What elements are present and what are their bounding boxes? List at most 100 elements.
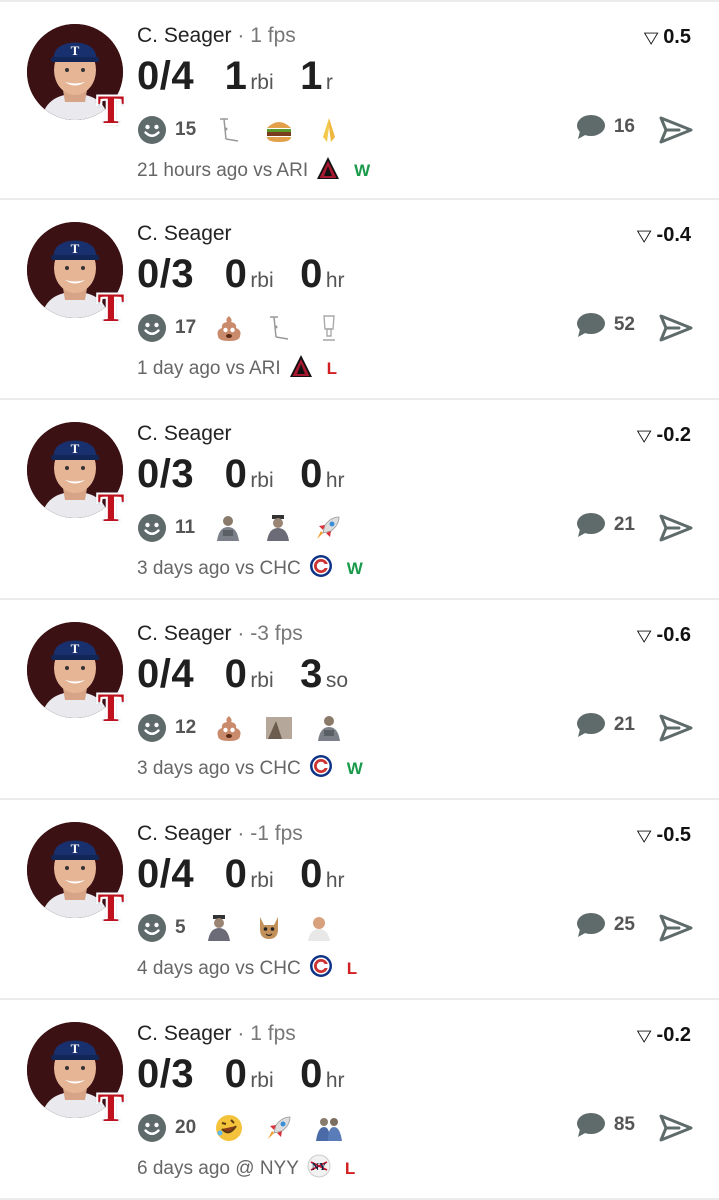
player-name[interactable]: C. Seager <box>137 822 232 845</box>
chc-logo-icon <box>309 755 332 777</box>
share-send-icon[interactable] <box>659 713 693 743</box>
player-name[interactable]: C. Seager <box>137 24 232 47</box>
cat-emoji-icon[interactable] <box>254 913 284 943</box>
reaction-emojis <box>204 913 354 943</box>
rating-arrow-icon: ▽ <box>636 628 652 645</box>
smile-reaction-icon[interactable] <box>137 513 167 543</box>
opponent-label: vs CHC <box>235 958 301 979</box>
game-meta: 1 day ago vs ARI L <box>137 354 337 384</box>
smile-reaction-icon[interactable] <box>137 713 167 743</box>
person-c-emoji-icon[interactable] <box>264 713 294 743</box>
player-name[interactable]: C. Seager <box>137 1022 232 1045</box>
player-name[interactable]: C. Seager <box>137 622 232 645</box>
reactions-bar: 20 <box>137 1108 364 1148</box>
opponent-label: vs ARI <box>225 358 281 379</box>
game-card[interactable]: T T C. Seager · -1 fps 0/4 0 rbi 0 hr ▽ -0.… <box>0 800 719 1000</box>
reaction-count: 12 <box>175 717 197 738</box>
smile-reaction-icon[interactable] <box>137 115 167 145</box>
opponent-label: vs ARI <box>253 160 309 181</box>
comments-button[interactable]: 52 <box>576 312 635 338</box>
player-name-line[interactable]: C. Seager <box>137 422 232 446</box>
rating-score[interactable]: ▽ -0.6 <box>636 624 691 647</box>
stat2-unit: rbi <box>250 269 274 292</box>
game-result: L <box>326 359 338 378</box>
share-send-icon[interactable] <box>659 1113 693 1143</box>
player-name-line[interactable]: C. Seager · 1 fps <box>137 1022 296 1046</box>
comments-button[interactable]: 16 <box>576 114 635 140</box>
fps-label: · 1 fps <box>231 24 296 47</box>
player-name-line[interactable]: C. Seager · 1 fps <box>137 24 296 48</box>
game-card[interactable]: T T C. Seager · 1 fps 0/3 0 rbi 0 hr ▽ -0.2 <box>0 1000 719 1200</box>
burger-emoji-icon[interactable] <box>264 115 294 145</box>
poop-emoji-icon[interactable] <box>214 313 244 343</box>
rating-value: -0.4 <box>656 224 691 246</box>
share-send-icon[interactable] <box>659 115 693 145</box>
stat2-unit: rbi <box>250 469 274 492</box>
chc-logo-icon <box>309 955 332 977</box>
player-name[interactable]: C. Seager <box>137 422 232 445</box>
game-feed: T T C. Seager · 1 fps 0/4 1rbi 1r ▽0.5 <box>0 0 719 1200</box>
comment-count: 16 <box>613 116 635 137</box>
smile-reaction-icon[interactable] <box>137 1113 167 1143</box>
game-card[interactable]: T T C. Seager · -3 fps 0/4 0 rbi 3 so ▽ -0.… <box>0 600 719 800</box>
person-b-emoji-icon[interactable] <box>263 513 293 543</box>
pray-emoji-icon[interactable] <box>314 115 344 145</box>
stat-line: 0/4 1 rbi 1r <box>137 54 355 100</box>
game-card[interactable]: T T C. Seager 0/3 0 rbi 0 hr ▽ -0.2 11 2… <box>0 400 719 600</box>
game-meta: 3 days ago vs CHC W <box>137 754 363 784</box>
poop-emoji-icon[interactable] <box>214 713 244 743</box>
nyy-logo-icon: NY <box>307 1154 331 1178</box>
reaction-count: 11 <box>175 517 196 538</box>
laugh-emoji-icon[interactable] <box>214 1113 244 1143</box>
rating-score[interactable]: ▽ 0.5 <box>644 26 691 49</box>
opponent-label: vs CHC <box>235 758 301 779</box>
person-d-emoji-icon[interactable] <box>304 913 334 943</box>
stat2-unit: rbi <box>250 1069 274 1092</box>
player-name-line[interactable]: C. Seager <box>137 222 232 246</box>
comments-button[interactable]: 21 <box>576 512 635 538</box>
smile-reaction-icon[interactable] <box>137 913 167 943</box>
smile-reaction-icon[interactable] <box>137 313 167 343</box>
rocket-emoji-icon[interactable] <box>313 513 343 543</box>
person-b-emoji-icon[interactable] <box>204 913 234 943</box>
game-card[interactable]: T T C. Seager 0/3 0 rbi 0 hr ▽ -0.4 17 5… <box>0 200 719 400</box>
reactions-bar: 11 <box>137 508 363 548</box>
ari-logo-icon <box>317 157 340 179</box>
stat3-value: 0 <box>300 1052 323 1096</box>
stat3-unit: r <box>325 71 333 94</box>
stat3-unit: so <box>325 669 349 692</box>
player-name[interactable]: C. Seager <box>137 222 232 245</box>
crutch-emoji-icon[interactable] <box>264 313 294 343</box>
game-card[interactable]: T T C. Seager · 1 fps 0/4 1rbi 1r ▽0.5 <box>0 0 719 200</box>
share-send-icon[interactable] <box>659 313 693 343</box>
player-name-line[interactable]: C. Seager · -3 fps <box>137 622 303 646</box>
comments-button[interactable]: 21 <box>576 712 635 738</box>
game-result: W <box>354 161 371 180</box>
share-send-icon[interactable] <box>659 513 693 543</box>
rating-score[interactable]: ▽ -0.4 <box>637 224 691 247</box>
person-e-emoji-icon[interactable] <box>314 1113 344 1143</box>
stat3-unit: hr <box>325 869 345 892</box>
rating-score[interactable]: ▽ -0.5 <box>637 824 691 847</box>
trophy-emoji-icon[interactable] <box>314 313 344 343</box>
comment-bubble-icon <box>576 913 605 937</box>
comments-button[interactable]: 25 <box>576 912 635 938</box>
crutch-emoji-icon[interactable] <box>214 115 244 145</box>
game-time: 3 days ago <box>137 758 230 779</box>
person-a-emoji-icon[interactable] <box>314 713 344 743</box>
player-name-line[interactable]: C. Seager · -1 fps <box>137 822 303 846</box>
fps-label: · -1 fps <box>231 822 303 845</box>
reaction-count: 17 <box>175 317 197 338</box>
rating-value: -0.2 <box>656 424 691 446</box>
rating-score[interactable]: ▽ -0.2 <box>637 1024 691 1047</box>
comments-button[interactable]: 85 <box>576 1112 635 1138</box>
stat3-unit: hr <box>325 269 345 292</box>
share-send-icon[interactable] <box>659 913 693 943</box>
person-a-emoji-icon[interactable] <box>213 513 243 543</box>
rating-score[interactable]: ▽ -0.2 <box>637 424 691 447</box>
reaction-emojis <box>214 713 364 743</box>
stat-line: 0/4 0 rbi 3 so <box>137 652 370 698</box>
svg-text:NY: NY <box>312 1162 327 1173</box>
svg-text:T: T <box>71 441 80 456</box>
rocket-emoji-icon[interactable] <box>264 1113 294 1143</box>
